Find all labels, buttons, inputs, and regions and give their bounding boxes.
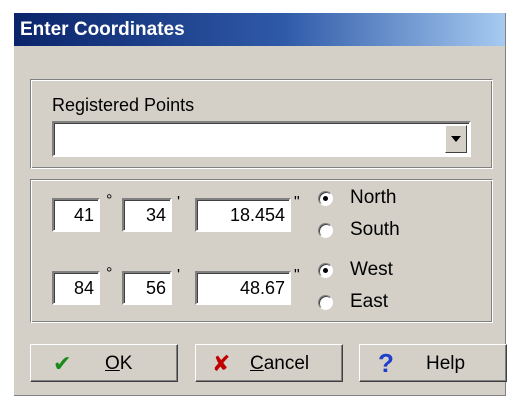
checkmark-icon: ✔ [53,351,72,376]
registered-points-label: Registered Points [52,95,195,115]
latitude-degrees-field[interactable]: 41 [52,198,100,232]
ok-button-label: OK [105,353,133,374]
second-symbol: " [294,267,300,284]
registered-points-combobox[interactable] [52,121,471,157]
cancel-button[interactable]: ✘ Cancel [195,344,343,382]
west-label[interactable]: West [350,259,393,281]
cancel-button-label: Cancel [250,353,310,374]
minute-symbol: ' [177,267,181,284]
x-icon: ✘ [212,351,231,376]
latitude-seconds-field[interactable]: 18.454 [195,198,291,232]
longitude-seconds-field[interactable]: 48.67 [195,271,291,305]
south-radio[interactable] [318,223,333,238]
east-radio[interactable] [318,295,333,310]
south-label[interactable]: South [350,219,400,241]
north-label[interactable]: North [350,187,396,209]
ok-button[interactable]: ✔ OK [30,344,178,382]
degree-symbol: ° [106,192,113,209]
north-radio[interactable] [318,191,333,206]
question-icon: ? [378,348,394,378]
west-radio[interactable] [318,263,333,278]
help-button-label: Help [426,353,466,374]
longitude-degrees-field[interactable]: 84 [52,271,100,305]
window-title: Enter Coordinates [20,19,185,40]
enter-coordinates-dialog: Enter Coordinates Registered Points 41 °… [14,13,507,396]
dropdown-button[interactable] [445,125,467,153]
title-bar[interactable]: Enter Coordinates [14,13,505,46]
longitude-minutes-field[interactable]: 56 [122,271,172,305]
second-symbol: " [294,194,300,211]
degree-symbol: ° [106,265,113,282]
east-label[interactable]: East [350,291,388,313]
latitude-minutes-field[interactable]: 34 [122,198,172,232]
help-button[interactable]: ? Help [359,344,507,382]
chevron-down-icon [451,136,461,142]
minute-symbol: ' [177,194,181,211]
